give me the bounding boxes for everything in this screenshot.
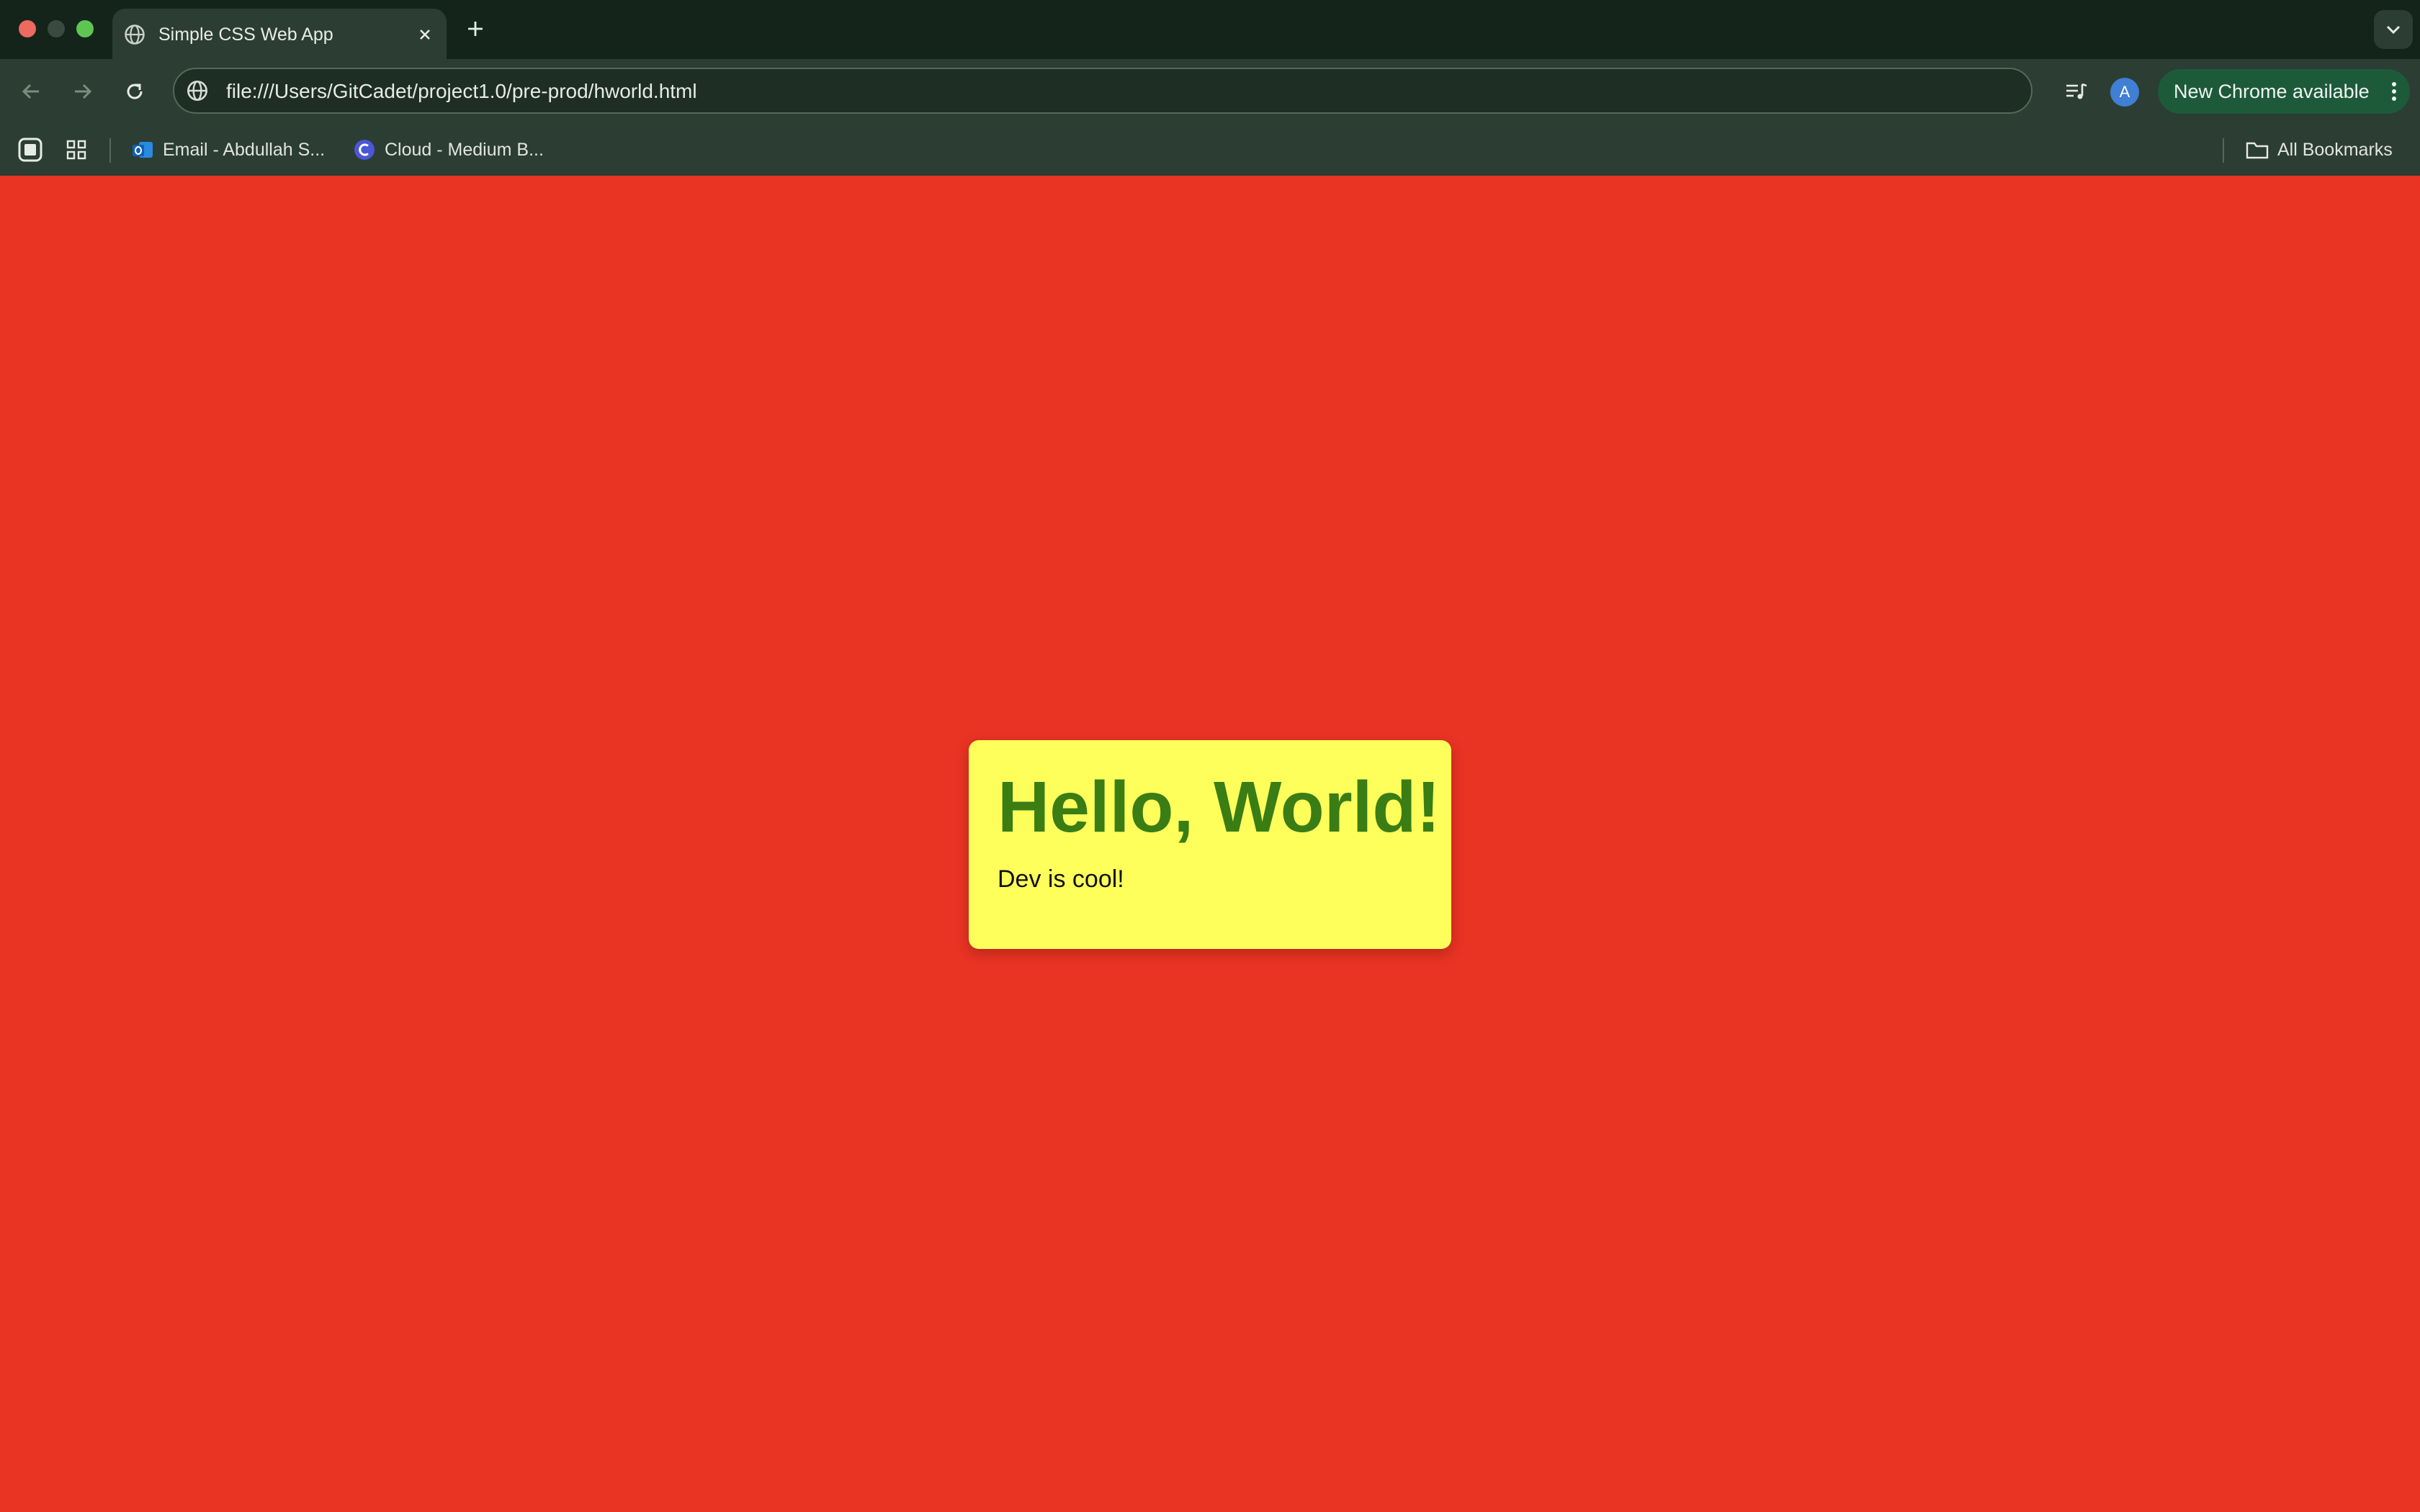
bookmarks-divider [109,138,111,163]
forward-arrow-icon[interactable] [66,75,99,108]
address-bar[interactable]: file:///Users/GitCadet/project1.0/pre-pr… [173,68,2033,114]
maximize-window-button[interactable] [76,20,94,37]
globe-icon [125,24,145,45]
c-logo-icon [353,138,376,161]
bookmark-label: Email - Abdullah S... [163,139,326,160]
bookmark-cloud[interactable]: Cloud - Medium B... [353,136,544,163]
tab-groups-icon[interactable] [17,137,43,163]
profile-avatar[interactable]: A [2110,78,2139,107]
reload-icon[interactable] [118,75,151,108]
bookmarks-divider [2223,138,2224,163]
browser-window: Simple CSS Web App file:///Users/GitCade… [0,0,2420,1512]
address-bar-url: file:///Users/GitCadet/project1.0/pre-pr… [226,80,697,102]
all-bookmarks-button[interactable]: All Bookmarks [2246,136,2393,163]
all-bookmarks-label: All Bookmarks [2277,139,2393,160]
tab-search-chevron-down-icon[interactable] [2374,10,2413,49]
tab-strip: Simple CSS Web App [0,0,2420,59]
close-tab-icon[interactable] [412,22,438,48]
bookmarks-bar: Email - Abdullah S... Cloud - Medium B..… [0,124,2420,176]
apps-grid-icon[interactable] [63,137,89,163]
tab-active[interactable]: Simple CSS Web App [112,9,447,59]
hello-card: Hello, World! Dev is cool! [969,740,1451,949]
back-arrow-icon[interactable] [14,75,48,108]
new-chrome-available-button[interactable]: New Chrome available [2158,69,2410,114]
minimize-window-button[interactable] [48,20,65,37]
site-info-icon[interactable] [186,79,209,102]
bookmark-label: Cloud - Medium B... [385,139,544,160]
bookmark-email[interactable]: Email - Abdullah S... [131,136,325,163]
folder-icon [2246,138,2269,161]
close-window-button[interactable] [19,20,36,37]
page-paragraph: Dev is cool! [998,865,1124,893]
toolbar: file:///Users/GitCadet/project1.0/pre-pr… [0,59,2420,124]
page-heading: Hello, World! [998,767,1440,847]
more-menu-icon[interactable] [2390,81,2398,102]
page-viewport: Hello, World! Dev is cool! [0,176,2420,1512]
media-controls-icon[interactable] [2060,75,2093,108]
tab-title: Simple CSS Web App [158,24,333,45]
outlook-icon [131,138,154,161]
new-tab-icon[interactable] [461,14,490,43]
update-chip-label: New Chrome available [2174,81,2370,102]
